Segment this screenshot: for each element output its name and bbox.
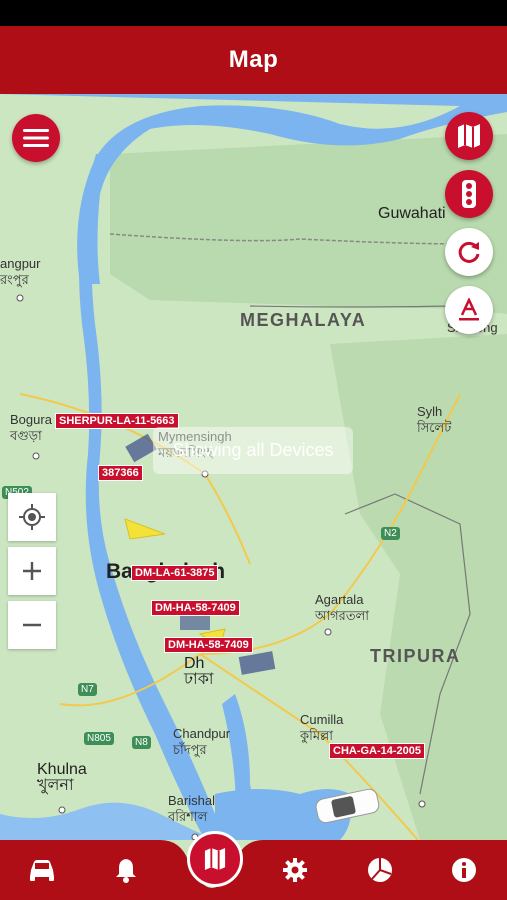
map-layers-button[interactable] — [445, 112, 493, 160]
tab-alerts[interactable] — [104, 848, 148, 892]
road-shield: N2 — [381, 527, 400, 540]
zoom-out-button[interactable] — [8, 601, 56, 649]
status-toast: Showing all Devices — [153, 427, 353, 474]
car-icon — [30, 860, 54, 881]
tab-info[interactable] — [442, 848, 486, 892]
place-label-tripura: TRIPURA — [370, 646, 461, 666]
vehicle-plate-label[interactable]: 387366 — [98, 465, 143, 481]
place-label-chandpur: Chandpur চাঁদপুর — [173, 726, 231, 757]
map-view[interactable]: Guwahatiangpur রংপুরMEGHALAYASh llongBog… — [0, 94, 507, 840]
road-shield: N7 — [78, 683, 97, 696]
vehicle-plate-label[interactable]: DM-LA-61-3875 — [131, 565, 219, 581]
refresh-icon — [458, 241, 480, 263]
vehicle-plate-label[interactable]: DM-HA-58-7409 — [164, 637, 253, 653]
vehicle-plate-label[interactable]: DM-HA-58-7409 — [151, 600, 240, 616]
map-icon — [204, 848, 226, 870]
place-label-meghalaya: MEGHALAYA — [240, 310, 367, 330]
tab-settings[interactable] — [273, 848, 317, 892]
map-icon — [458, 124, 480, 148]
status-bar — [0, 0, 507, 26]
text-label-icon — [459, 298, 479, 321]
place-label-bogura: Bogura বগুড়া — [10, 412, 52, 443]
crosshair-icon — [19, 504, 45, 530]
place-label-guwahati: Guwahati — [378, 205, 446, 222]
tab-vehicles[interactable] — [20, 848, 64, 892]
place-label-khulna: Khulna খুলনা — [37, 761, 87, 794]
plus-icon — [23, 562, 41, 580]
tab-map[interactable] — [187, 831, 243, 887]
traffic-light-icon — [462, 180, 476, 208]
hamburger-icon — [23, 129, 49, 147]
zoom-in-button[interactable] — [8, 547, 56, 595]
menu-button[interactable] — [12, 114, 60, 162]
refresh-button[interactable] — [445, 228, 493, 276]
road-shield: N8 — [132, 736, 151, 749]
app-header: Map — [0, 26, 507, 94]
gear-icon — [283, 858, 307, 882]
label-toggle-button[interactable] — [445, 286, 493, 334]
place-label-agartala: Agartala আগরতলা — [315, 592, 370, 623]
info-icon — [452, 858, 476, 882]
page-title: Map — [228, 46, 279, 73]
place-label-barishal: Barishal বরিশাল — [168, 793, 215, 824]
tab-reports[interactable] — [358, 848, 402, 892]
place-label-sylhet: Sylh সিলেট — [417, 404, 452, 435]
bottom-tab-bar — [0, 840, 507, 900]
place-label-dhaka: Dh ঢাকা — [184, 655, 214, 688]
vehicle-plate-label[interactable]: CHA-GA-14-2005 — [329, 743, 426, 759]
bell-icon — [116, 859, 136, 883]
place-label-rangpur: angpur রংপুর — [0, 256, 41, 287]
road-shield: N805 — [84, 732, 114, 745]
locate-button[interactable] — [8, 493, 56, 541]
traffic-button[interactable] — [445, 170, 493, 218]
place-label-cumilla: Cumilla কুমিল্লা — [300, 712, 344, 743]
minus-icon — [23, 623, 41, 627]
pie-chart-icon — [368, 858, 392, 882]
